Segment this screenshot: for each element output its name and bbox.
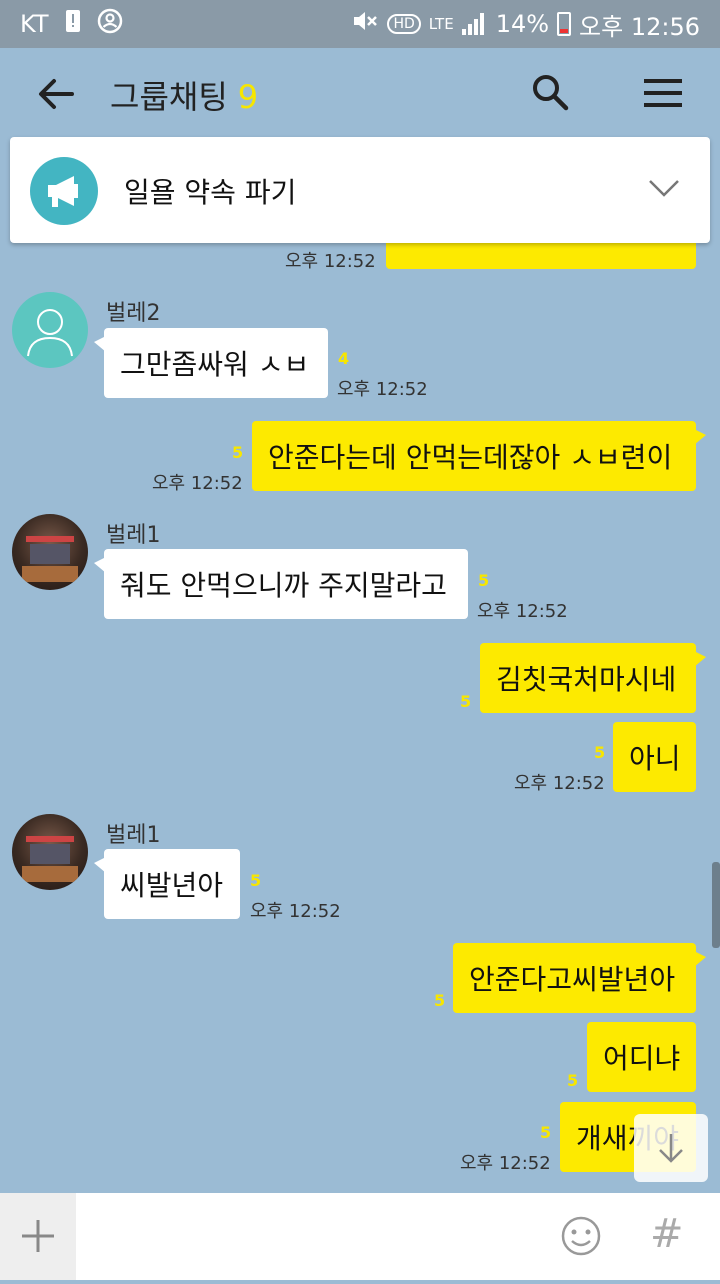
sender-name: 벌레2 xyxy=(106,301,161,326)
message-input[interactable] xyxy=(76,1193,556,1280)
scroll-to-bottom-button[interactable] xyxy=(634,1114,708,1182)
message-bubble[interactable]: 김칫국처마시네 xyxy=(480,643,706,713)
message-bubble[interactable]: 아니 xyxy=(613,722,696,792)
avatar[interactable] xyxy=(12,514,88,590)
unread-count: 5 xyxy=(250,871,262,890)
message-time: 오후 12:52 xyxy=(250,901,341,922)
chevron-down-icon[interactable] xyxy=(648,179,680,197)
message-bubble[interactable]: 안준다고씨발년아 xyxy=(453,943,706,1013)
unread-count: 5 xyxy=(232,443,244,462)
search-icon[interactable] xyxy=(530,72,570,112)
message-bubble[interactable]: 줘도 안먹으니까 주지말라고 xyxy=(94,549,468,619)
member-count: 9 xyxy=(237,78,259,116)
back-arrow-icon[interactable] xyxy=(36,76,76,112)
message-bubble[interactable]: 안준다는데 안먹는데잖아 ㅅㅂ련이 xyxy=(252,421,706,491)
message-time: 오후 12:52 xyxy=(460,1153,551,1174)
notice-banner[interactable]: 일욜 약속 파기 xyxy=(10,137,710,243)
unread-count: 4 xyxy=(338,349,350,368)
emoji-icon[interactable] xyxy=(560,1215,602,1257)
clock: 오후 12:56 xyxy=(579,12,700,41)
menu-icon[interactable] xyxy=(644,78,682,108)
chat-messages[interactable]: 오후 12:52 벌레2 그만좀싸워 ㅅㅂ 4 오후 12:52 5 오후 12… xyxy=(0,243,720,1193)
arrow-down-icon xyxy=(659,1134,683,1163)
input-bar: # xyxy=(0,1193,720,1280)
message-time: 오후 12:52 xyxy=(152,473,243,494)
unread-count: 5 xyxy=(594,743,606,762)
chat-header: 그룹채팅 9 xyxy=(0,48,720,138)
unread-count: 5 xyxy=(540,1123,552,1142)
hd-icon: HD xyxy=(387,14,421,34)
unread-count: 5 xyxy=(460,692,472,711)
notice-text: 일욜 약속 파기 xyxy=(124,176,297,209)
chat-title: 그룹채팅 9 xyxy=(110,72,258,118)
battery-percent: 14% xyxy=(495,10,550,38)
message-bubble[interactable]: 씨발년아 xyxy=(94,849,240,919)
battery-icon xyxy=(557,12,572,36)
message-time: 오후 12:52 xyxy=(477,601,568,622)
alert-icon xyxy=(65,9,81,39)
message-bubble[interactable]: 그만좀싸워 ㅅㅂ xyxy=(94,328,328,398)
megaphone-icon xyxy=(30,157,98,225)
avatar[interactable] xyxy=(12,814,88,890)
signal-icon xyxy=(461,13,488,35)
chat-title-text: 그룹채팅 xyxy=(110,78,228,116)
lte-label: LTE xyxy=(428,15,454,33)
sender-name: 벌레1 xyxy=(106,523,161,548)
unread-count: 5 xyxy=(478,571,490,590)
plus-icon xyxy=(22,1220,54,1252)
scrollbar[interactable] xyxy=(712,862,720,948)
message-time: 오후 12:52 xyxy=(514,773,605,794)
sender-name: 벌레1 xyxy=(106,823,161,848)
message-time: 오후 12:52 xyxy=(337,379,428,400)
carrier-label: KT xyxy=(20,10,49,38)
hashtag-icon[interactable]: # xyxy=(650,1211,684,1257)
message-bubble[interactable]: 어디냐 xyxy=(587,1022,696,1092)
unread-count: 5 xyxy=(434,991,446,1010)
attach-plus-button[interactable] xyxy=(0,1193,76,1280)
unread-count: 5 xyxy=(567,1071,579,1090)
status-bar: KT HD LTE 14% 오후 12:56 xyxy=(0,0,720,48)
avatar[interactable] xyxy=(12,292,88,368)
account-icon xyxy=(97,8,123,40)
message-bubble[interactable] xyxy=(386,243,696,269)
mute-icon xyxy=(351,9,379,39)
message-time: 오후 12:52 xyxy=(285,251,376,272)
